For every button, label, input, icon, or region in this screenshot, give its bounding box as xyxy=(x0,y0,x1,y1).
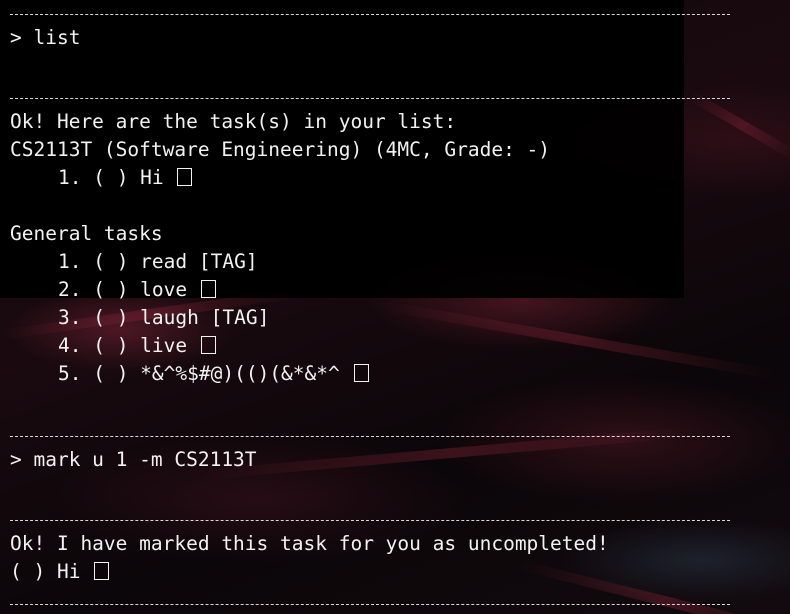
wallpaper-streak xyxy=(199,426,699,480)
task-text: 1. ( ) Hi xyxy=(58,166,164,189)
general-tasks-heading: General tasks xyxy=(10,222,163,245)
response-header-mark: Ok! I have marked this task for you as u… xyxy=(10,532,609,555)
separator-line xyxy=(10,98,730,99)
task-text: 2. ( ) love xyxy=(58,278,188,301)
separator-line xyxy=(10,436,730,437)
terminal-window[interactable]: > list Ok! Here are the task(s) in your … xyxy=(0,0,790,614)
task-text: ( ) Hi xyxy=(10,560,81,583)
command-line-mark: > mark u 1 -m CS2113T xyxy=(10,448,257,471)
separator-line xyxy=(10,520,730,521)
empty-tag-box-icon xyxy=(94,562,110,580)
general-task-item: 1. ( ) read [TAG] xyxy=(10,248,258,276)
empty-tag-box-icon xyxy=(177,168,193,186)
task-text: 1. ( ) read xyxy=(58,250,188,273)
module-task-item: 1. ( ) Hi xyxy=(10,164,193,192)
empty-tag-box-icon xyxy=(200,280,216,298)
wallpaper-streak xyxy=(687,90,790,160)
module-heading: CS2113T (Software Engineering) (4MC, Gra… xyxy=(10,138,551,161)
marked-task-item: ( ) Hi xyxy=(10,558,110,586)
wallpaper-streak xyxy=(379,300,775,380)
task-text: 3. ( ) laugh xyxy=(58,306,199,329)
task-tag: [TAG] xyxy=(210,306,270,329)
empty-tag-box-icon xyxy=(353,364,369,382)
empty-tag-box-icon xyxy=(200,336,216,354)
general-task-item: 3. ( ) laugh [TAG] xyxy=(10,304,269,332)
response-header-list: Ok! Here are the task(s) in your list: xyxy=(10,110,457,133)
task-tag: [TAG] xyxy=(198,250,258,273)
task-text: 5. ( ) *&^%$#@)(()(&*&*^ xyxy=(58,362,340,385)
wallpaper-streak xyxy=(518,560,790,614)
task-text: 4. ( ) live xyxy=(58,334,188,357)
command-line-list: > list xyxy=(10,26,81,49)
separator-line xyxy=(10,604,730,605)
general-task-item: 5. ( ) *&^%$#@)(()(&*&*^ xyxy=(10,360,369,388)
general-task-item: 4. ( ) live xyxy=(10,332,216,360)
general-task-item: 2. ( ) love xyxy=(10,276,216,304)
separator-line xyxy=(10,14,730,15)
